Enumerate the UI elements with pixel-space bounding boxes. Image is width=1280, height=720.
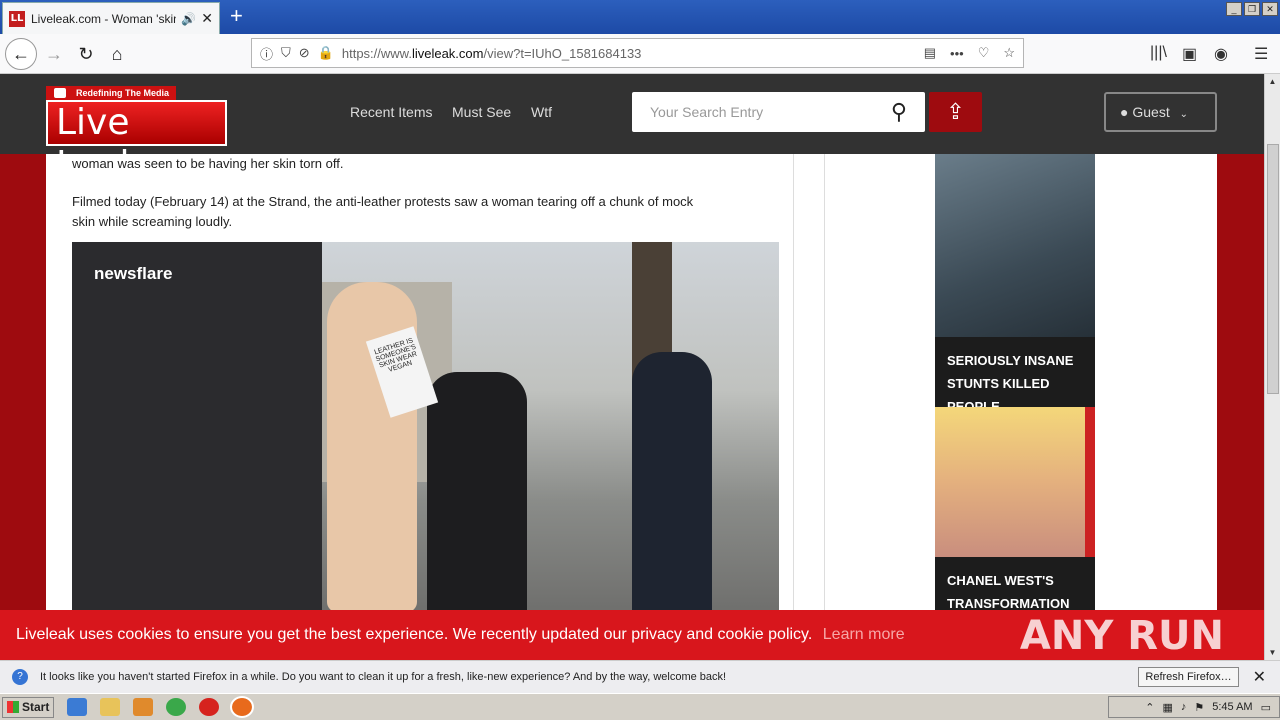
media-player-icon[interactable] [133, 698, 153, 716]
bookmark-star-icon[interactable]: ☆ [1003, 45, 1015, 61]
nav-must-see[interactable]: Must See [452, 104, 511, 120]
show-desktop-icon[interactable]: ▭ [1261, 701, 1271, 714]
tab-title: Liveleak.com - Woman 'skinned [31, 11, 176, 26]
navigation-toolbar: ← → ↻ ⌂ ⓘ ⛉ ⊘ 🔒 https://www.liveleak.com… [0, 34, 1280, 74]
explorer-folder-icon[interactable] [100, 698, 120, 716]
video-player[interactable]: LEATHER IS SOMEONE'S SKIN WEAR VEGAN new… [72, 242, 779, 612]
ad-image-stunts[interactable] [935, 154, 1095, 337]
tv-icon [54, 88, 66, 98]
notification-bar: ? It looks like you haven't started Fire… [0, 660, 1280, 693]
page-actions-icon[interactable]: ••• [950, 46, 964, 61]
site-header: Redefining The Media Live Leak Recent It… [0, 74, 1264, 185]
url-domain: liveleak.com [411, 45, 484, 61]
menu-icon[interactable]: ☰ [1254, 44, 1268, 64]
upload-icon[interactable]: ⇪ [929, 92, 982, 132]
video-person-3 [632, 352, 712, 612]
url-bar[interactable]: ⓘ ⛉ ⊘ 🔒 https://www.liveleak.com/view?t=… [251, 38, 1024, 68]
article-paragraph-line2: skin while screaming loudly. [72, 214, 233, 229]
tray-expand-icon[interactable]: ⌃ [1145, 701, 1154, 714]
url-path: /view?t=IUhO_1581684133 [483, 45, 642, 61]
ie-icon[interactable] [67, 698, 87, 716]
close-tab-icon[interactable]: ✕ [201, 10, 213, 27]
url-prefix: https://www. [341, 45, 412, 61]
new-tab-icon[interactable]: + [230, 4, 243, 28]
url-text[interactable]: https://www.liveleak.com/view?t=IUhO_158… [342, 46, 910, 61]
forward-arrow-icon[interactable]: → [40, 40, 68, 68]
ad-image-edge [1085, 407, 1095, 557]
shield-icon[interactable]: ⛉ [281, 45, 291, 61]
chrome-icon[interactable] [166, 698, 186, 716]
close-window-icon[interactable]: ✕ [1262, 2, 1278, 16]
learn-more-link[interactable]: Learn more [823, 626, 905, 643]
restore-icon[interactable]: ❐ [1244, 2, 1260, 16]
ad-caption-stunts[interactable]: SERIOUSLY INSANE STUNTS KILLED PEOPLE [935, 337, 1095, 414]
scroll-down-icon[interactable]: ▼ [1265, 645, 1280, 660]
guest-menu-button[interactable]: ● Guest ⌄ [1104, 92, 1217, 132]
notification-message: It looks like you haven't started Firefo… [40, 671, 727, 683]
library-icon[interactable]: |||\ [1150, 44, 1167, 62]
liveleak-favicon-icon: LL [9, 10, 25, 27]
anyrun-watermark: ANY RUN [1019, 613, 1224, 659]
refresh-firefox-button[interactable]: Refresh Firefox… [1138, 667, 1239, 687]
clock[interactable]: 5:45 AM [1212, 701, 1252, 713]
account-icon[interactable]: ◉ [1214, 44, 1228, 64]
article-text-top: woman was seen to be having her skin tor… [72, 156, 344, 171]
question-icon: ? [12, 669, 28, 685]
nav-recent-items[interactable]: Recent Items [350, 104, 432, 120]
home-icon[interactable]: ⌂ [103, 40, 131, 68]
back-arrow-icon[interactable]: ← [5, 38, 37, 70]
pocket-icon[interactable]: ♡ [978, 45, 990, 61]
tracking-icon[interactable]: ⊘ [299, 45, 310, 61]
main-content: woman was seen to be having her skin tor… [46, 154, 1217, 660]
start-label: Start [22, 699, 50, 714]
ad-image-chanel[interactable] [935, 407, 1085, 557]
article-paragraph-line1: Filmed today (February 14) at the Strand… [72, 194, 694, 209]
close-notification-icon[interactable]: ✕ [1253, 667, 1266, 687]
video-building [72, 242, 322, 612]
reload-icon[interactable]: ↻ [72, 40, 100, 68]
minimize-icon[interactable]: _ [1226, 2, 1242, 16]
taskbar: Start ⌃ ▦ ♪ ⚑ 5:45 AM ▭ [0, 693, 1280, 720]
nav-wtf[interactable]: Wtf [531, 104, 552, 120]
article-body: woman was seen to be having her skin tor… [56, 154, 794, 660]
volume-icon[interactable]: ♪ [1181, 701, 1187, 713]
cookie-message: Liveleak uses cookies to ensure you get … [16, 626, 813, 643]
sidebar-icon[interactable]: ▣ [1182, 44, 1197, 64]
search-placeholder: Your Search Entry [650, 104, 764, 120]
chevron-down-icon: ⌄ [1179, 109, 1188, 120]
lock-icon[interactable]: 🔒 [318, 45, 334, 61]
newsflare-watermark: newsflare [94, 264, 173, 283]
start-button[interactable]: Start [2, 696, 54, 718]
user-icon: ● [1120, 104, 1129, 120]
reader-view-icon[interactable]: ▤ [924, 45, 936, 61]
windows-logo-icon [7, 701, 19, 713]
video-person-2 [427, 372, 527, 612]
tab-liveleak[interactable]: LL Liveleak.com - Woman 'skinned 🔊 ✕ [2, 2, 220, 34]
flag-icon[interactable]: ⚑ [1194, 701, 1204, 714]
guest-label: Guest [1132, 104, 1170, 120]
info-icon[interactable]: ⓘ [260, 44, 273, 63]
scroll-thumb[interactable] [1267, 144, 1279, 394]
search-input[interactable]: Your Search Entry ⚲ [632, 92, 925, 132]
web-page: Redefining The Media Live Leak Recent It… [0, 74, 1264, 660]
sponsored-ads[interactable]: SERIOUSLY INSANE STUNTS KILLED PEOPLE CH… [935, 154, 1095, 660]
window-controls: _ ❐ ✕ [1226, 2, 1278, 16]
liveleak-logo[interactable]: Redefining The Media Live Leak [46, 86, 227, 185]
scroll-up-icon[interactable]: ▲ [1265, 74, 1280, 89]
logo-text: Live Leak [46, 100, 227, 185]
page-scrollbar[interactable]: ▲ ▼ [1264, 74, 1280, 660]
speaker-icon[interactable]: 🔊 [181, 12, 196, 26]
search-icon[interactable]: ⚲ [891, 99, 907, 125]
network-icon[interactable]: ▦ [1162, 701, 1172, 714]
system-tray: ⌃ ▦ ♪ ⚑ 5:45 AM ▭ [1108, 696, 1280, 718]
opera-icon[interactable] [199, 698, 219, 716]
firefox-taskbar-icon[interactable] [230, 696, 254, 718]
tab-strip: LL Liveleak.com - Woman 'skinned 🔊 ✕ + _… [0, 0, 1280, 34]
sidebar: SERIOUSLY INSANE STUNTS KILLED PEOPLE CH… [824, 154, 1207, 660]
